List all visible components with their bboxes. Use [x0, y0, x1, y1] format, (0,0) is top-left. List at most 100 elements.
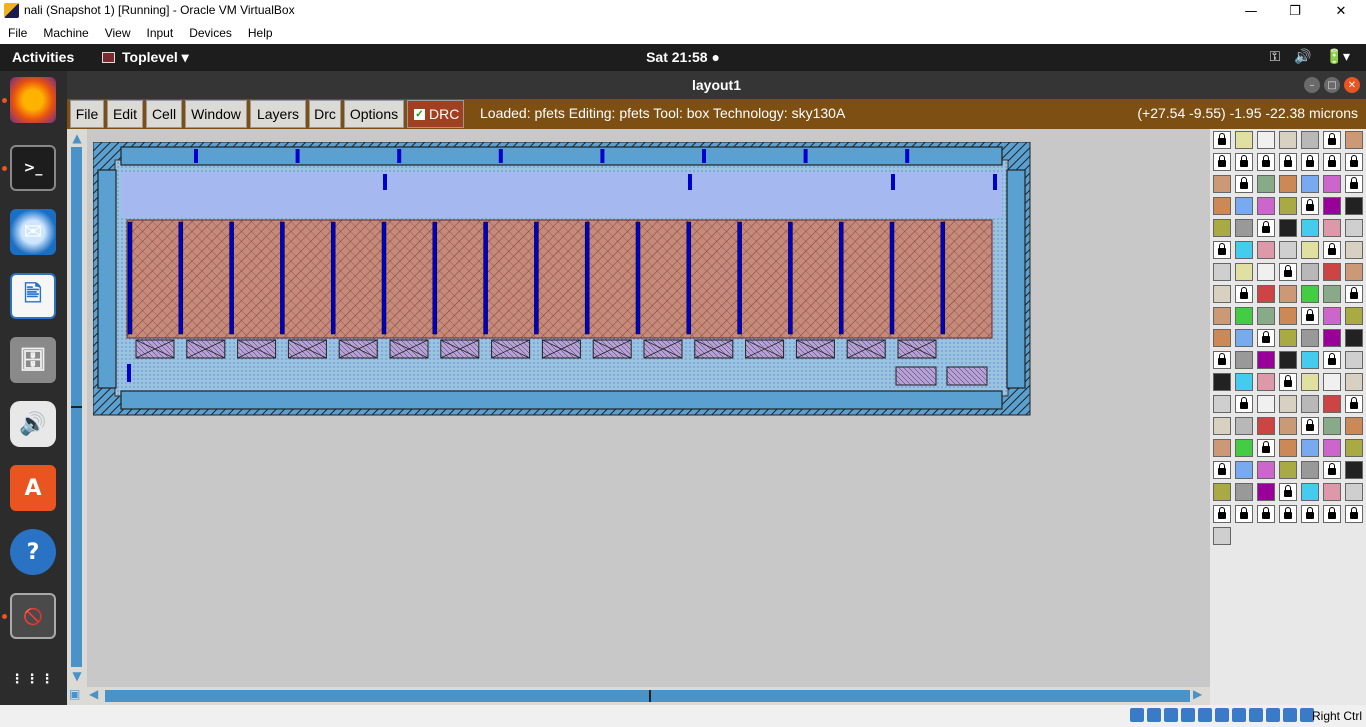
- locked-layer-swatch[interactable]: [1301, 307, 1319, 325]
- layer-swatch[interactable]: [1213, 439, 1231, 457]
- layer-swatch[interactable]: [1213, 483, 1231, 501]
- thunderbird-icon[interactable]: ✉: [10, 209, 56, 255]
- shared-folder-icon[interactable]: [1215, 708, 1229, 722]
- locked-layer-swatch[interactable]: [1235, 395, 1253, 413]
- cpu-icon[interactable]: [1266, 708, 1280, 722]
- layer-swatch[interactable]: [1345, 263, 1363, 281]
- locked-layer-swatch[interactable]: [1345, 285, 1363, 303]
- locked-layer-swatch[interactable]: [1213, 505, 1231, 523]
- layer-swatch[interactable]: [1345, 241, 1363, 259]
- locked-layer-swatch[interactable]: [1301, 505, 1319, 523]
- magic-menu-drc[interactable]: Drc: [309, 100, 341, 128]
- locked-layer-swatch[interactable]: [1257, 219, 1275, 237]
- show-apps-icon[interactable]: ⋮⋮⋮: [10, 657, 56, 703]
- magic-menu-file[interactable]: File: [70, 100, 104, 128]
- layer-swatch[interactable]: [1213, 417, 1231, 435]
- layer-swatch[interactable]: [1235, 307, 1253, 325]
- layer-swatch[interactable]: [1213, 219, 1231, 237]
- menu-view[interactable]: View: [105, 26, 131, 40]
- scroll-left-icon[interactable]: ◀: [89, 687, 98, 701]
- layer-swatch[interactable]: [1279, 131, 1297, 149]
- drc-checkbox-icon[interactable]: ✓: [414, 108, 425, 120]
- layer-swatch[interactable]: [1301, 329, 1319, 347]
- menu-machine[interactable]: Machine: [43, 26, 88, 40]
- recording-icon[interactable]: [1249, 708, 1263, 722]
- layer-swatch[interactable]: [1345, 373, 1363, 391]
- layer-swatch[interactable]: [1345, 417, 1363, 435]
- layer-swatch[interactable]: [1235, 417, 1253, 435]
- locked-layer-swatch[interactable]: [1213, 351, 1231, 369]
- layer-swatch[interactable]: [1279, 439, 1297, 457]
- layout-maximize-icon[interactable]: □: [1324, 77, 1340, 93]
- locked-layer-swatch[interactable]: [1279, 263, 1297, 281]
- layer-swatch[interactable]: [1301, 483, 1319, 501]
- layer-swatch[interactable]: [1235, 197, 1253, 215]
- layer-swatch[interactable]: [1213, 263, 1231, 281]
- pfets-cell[interactable]: [93, 142, 1123, 422]
- scroll-up-icon[interactable]: ▲: [69, 131, 85, 145]
- layer-swatch[interactable]: [1279, 461, 1297, 479]
- clock[interactable]: Sat 21:58 ●: [0, 49, 1366, 65]
- layer-swatch[interactable]: [1235, 461, 1253, 479]
- layer-swatch[interactable]: [1345, 307, 1363, 325]
- scroll-right-icon[interactable]: ▶: [1193, 687, 1202, 701]
- layer-swatch[interactable]: [1257, 461, 1275, 479]
- locked-layer-swatch[interactable]: [1235, 505, 1253, 523]
- locked-layer-swatch[interactable]: [1213, 131, 1231, 149]
- layer-swatch[interactable]: [1235, 131, 1253, 149]
- locked-layer-swatch[interactable]: [1323, 461, 1341, 479]
- layer-swatch[interactable]: [1301, 241, 1319, 259]
- layer-swatch[interactable]: [1301, 131, 1319, 149]
- locked-layer-swatch[interactable]: [1345, 153, 1363, 171]
- locked-layer-swatch[interactable]: [1345, 175, 1363, 193]
- layer-swatch[interactable]: [1235, 483, 1253, 501]
- layer-swatch[interactable]: [1345, 131, 1363, 149]
- app-menu[interactable]: Toplevel ▾: [102, 49, 189, 66]
- network-status-icon[interactable]: [1181, 708, 1195, 722]
- menu-input[interactable]: Input: [147, 26, 174, 40]
- locked-layer-swatch[interactable]: [1257, 439, 1275, 457]
- locked-layer-swatch[interactable]: [1213, 153, 1231, 171]
- layer-swatch[interactable]: [1279, 417, 1297, 435]
- layer-swatch[interactable]: [1213, 307, 1231, 325]
- horizontal-scroll-thumb[interactable]: [649, 690, 651, 702]
- locked-layer-swatch[interactable]: [1257, 329, 1275, 347]
- layout-close-icon[interactable]: ✕: [1344, 77, 1360, 93]
- layer-swatch[interactable]: [1345, 329, 1363, 347]
- drc-toggle[interactable]: ✓ DRC: [407, 100, 464, 128]
- layer-swatch[interactable]: [1213, 329, 1231, 347]
- horizontal-scrollbar[interactable]: ▣ ◀ ▶: [67, 687, 1210, 705]
- layer-swatch[interactable]: [1279, 285, 1297, 303]
- mouse-integration-icon[interactable]: [1283, 708, 1297, 722]
- layer-swatch[interactable]: [1345, 351, 1363, 369]
- writer-icon[interactable]: 🖹: [10, 273, 56, 319]
- locked-layer-swatch[interactable]: [1323, 351, 1341, 369]
- locked-layer-swatch[interactable]: [1279, 153, 1297, 171]
- magic-menu-layers[interactable]: Layers: [250, 100, 306, 128]
- layer-swatch[interactable]: [1257, 241, 1275, 259]
- layer-swatch[interactable]: [1301, 263, 1319, 281]
- locked-layer-swatch[interactable]: [1257, 153, 1275, 171]
- layer-swatch[interactable]: [1257, 263, 1275, 281]
- software-icon[interactable]: A: [10, 465, 56, 511]
- locked-layer-swatch[interactable]: [1301, 197, 1319, 215]
- restore-button[interactable]: ❐: [1272, 0, 1318, 22]
- layer-swatch[interactable]: [1301, 373, 1319, 391]
- layer-swatch[interactable]: [1213, 175, 1231, 193]
- display-icon[interactable]: [1232, 708, 1246, 722]
- layer-swatch[interactable]: [1323, 417, 1341, 435]
- locked-layer-swatch[interactable]: [1257, 505, 1275, 523]
- scroll-down-icon[interactable]: ▼: [69, 669, 85, 683]
- layer-swatch[interactable]: [1301, 219, 1319, 237]
- locked-layer-swatch[interactable]: [1279, 373, 1297, 391]
- magic-menu-window[interactable]: Window: [185, 100, 247, 128]
- locked-layer-swatch[interactable]: [1345, 505, 1363, 523]
- usb-icon[interactable]: [1198, 708, 1212, 722]
- layer-swatch[interactable]: [1257, 307, 1275, 325]
- layer-swatch[interactable]: [1279, 197, 1297, 215]
- layer-swatch[interactable]: [1301, 461, 1319, 479]
- layer-swatch[interactable]: [1257, 175, 1275, 193]
- help-icon[interactable]: ?: [10, 529, 56, 575]
- layer-swatch[interactable]: [1323, 395, 1341, 413]
- close-button[interactable]: ✕: [1318, 0, 1364, 22]
